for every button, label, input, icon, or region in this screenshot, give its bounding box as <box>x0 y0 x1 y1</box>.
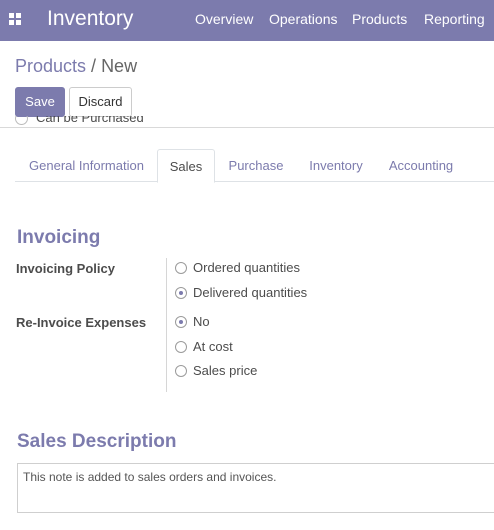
radio-reinvoice-no-label[interactable]: No <box>193 314 210 330</box>
tab-inventory[interactable]: Inventory <box>298 149 374 182</box>
nav-item-reporting[interactable]: Reporting <box>424 11 485 27</box>
save-button[interactable]: Save <box>15 87 65 117</box>
invoicing-policy-label: Invoicing Policy <box>16 261 115 276</box>
tab-accounting[interactable]: Accounting <box>380 149 462 182</box>
reinvoice-expenses-label: Re-Invoice Expenses <box>16 315 147 330</box>
breadcrumb-current: New <box>101 56 138 76</box>
radio-reinvoice-no-circle[interactable] <box>175 316 187 328</box>
app-title[interactable]: Inventory <box>47 7 133 31</box>
apps-menu-icon[interactable] <box>9 13 21 25</box>
tab-general-information[interactable]: General Information <box>15 149 158 182</box>
tab-sales[interactable]: Sales <box>157 149 215 183</box>
invoicing-section-title: Invoicing <box>17 227 101 248</box>
nav-item-operations[interactable]: Operations <box>269 11 337 27</box>
radio-ordered-quantities-circle[interactable] <box>175 262 187 274</box>
can-be-purchased-label: Can be Purchased <box>36 116 144 125</box>
sales-description-field[interactable]: This note is added to sales orders and i… <box>17 463 494 513</box>
radio-reinvoice-sales-price-circle[interactable] <box>175 365 187 377</box>
radio-delivered-quantities-circle[interactable] <box>175 287 187 299</box>
control-panel-divider <box>0 127 494 128</box>
nav-item-overview[interactable]: Overview <box>195 11 253 27</box>
discard-button[interactable]: Discard <box>69 87 132 117</box>
invoicing-policy-divider <box>166 258 167 314</box>
breadcrumb: Products / New <box>15 55 137 77</box>
breadcrumb-separator: / <box>91 56 97 76</box>
radio-reinvoice-at-cost-circle[interactable] <box>175 341 187 353</box>
nav-item-products[interactable]: Products <box>352 11 407 27</box>
radio-reinvoice-at-cost-label[interactable]: At cost <box>193 339 233 355</box>
can-be-purchased-checkbox[interactable] <box>15 116 28 126</box>
radio-reinvoice-sales-price-label[interactable]: Sales price <box>193 363 257 379</box>
radio-ordered-quantities-label[interactable]: Ordered quantities <box>193 260 300 276</box>
reinvoice-expenses-divider <box>166 314 167 392</box>
breadcrumb-parent[interactable]: Products <box>15 56 86 76</box>
sales-description-title: Sales Description <box>17 431 177 452</box>
radio-delivered-quantities-label[interactable]: Delivered quantities <box>193 285 307 301</box>
tab-purchase[interactable]: Purchase <box>220 149 292 182</box>
top-navbar: Inventory Overview Operations Products R… <box>0 0 494 41</box>
